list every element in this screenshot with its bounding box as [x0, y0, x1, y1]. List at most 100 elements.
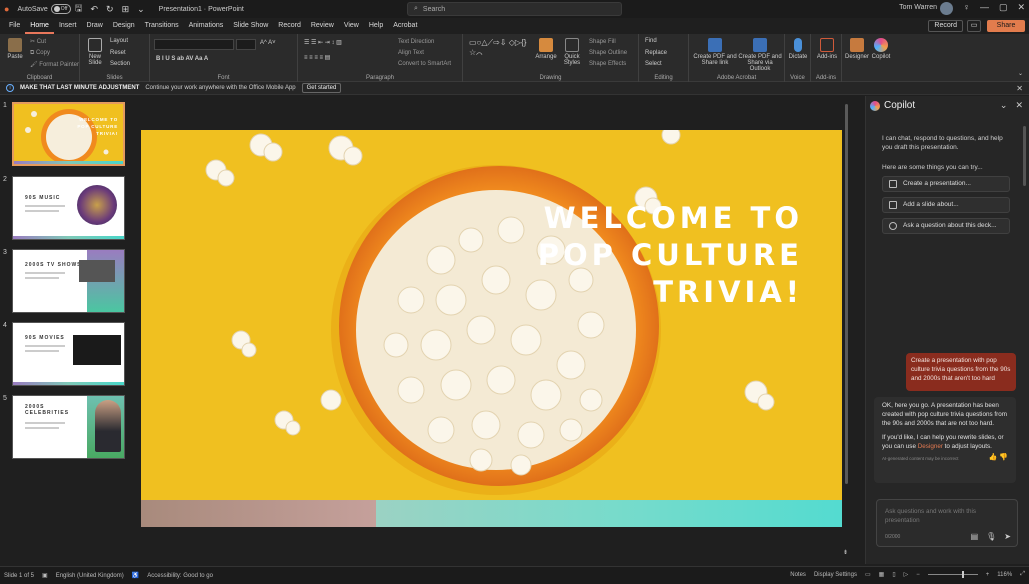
designer-link[interactable]: Designer — [918, 443, 943, 450]
shape-fill-button[interactable]: Shape Fill — [589, 39, 616, 45]
tab-design[interactable]: Design — [108, 18, 140, 34]
quick-styles-button[interactable]: Quick Styles — [561, 38, 583, 66]
paste-button[interactable]: Paste — [4, 38, 26, 60]
slide-thumbnail-1[interactable]: WELCOME TO POP CULTURE TRIVIA! — [12, 102, 125, 166]
display-settings-button[interactable]: Display Settings — [814, 572, 857, 578]
next-slide-icon[interactable]: ⇟ — [843, 549, 848, 556]
text-direction-button[interactable]: Text Direction — [398, 39, 434, 45]
slide-thumbnail-3[interactable]: 2000S TV SHOWS — [12, 249, 125, 313]
tab-record[interactable]: Record — [273, 18, 306, 34]
collapse-ribbon-icon[interactable]: ⌄ — [1018, 70, 1023, 77]
convert-smartart-button[interactable]: Convert to SmartArt — [398, 61, 451, 67]
minimize-icon[interactable]: — — [980, 2, 989, 13]
avatar[interactable] — [940, 2, 953, 15]
language-status[interactable]: English (United Kingdom) — [52, 573, 128, 579]
arrange-button[interactable]: Arrange — [535, 38, 557, 60]
zoom-level[interactable]: 116% — [997, 572, 1012, 578]
tab-view[interactable]: View — [339, 18, 364, 34]
suggestion-create-presentation[interactable]: Create a presentation... — [882, 176, 1010, 192]
prompts-icon[interactable]: ▤ — [971, 532, 979, 541]
tab-slide-show[interactable]: Slide Show — [228, 18, 273, 34]
slide-sorter-icon[interactable]: ▦ — [879, 571, 885, 578]
fit-slide-icon[interactable]: ⤢ — [1020, 571, 1025, 578]
copy-icon[interactable]: ⧉ Copy — [30, 50, 50, 57]
scrollbar-thumb[interactable] — [845, 104, 848, 484]
create-pdf-outlook-button[interactable]: Create PDF and Share via Outlook — [737, 38, 783, 72]
slide-thumbnail-5[interactable]: 2000S CELEBRITIES — [12, 395, 125, 459]
copilot-button[interactable]: Copilot — [870, 38, 892, 60]
spelling-icon[interactable]: ▣ — [38, 572, 52, 579]
shape-outline-button[interactable]: Shape Outline — [589, 50, 627, 56]
find-button[interactable]: Find — [645, 38, 657, 44]
addins-button[interactable]: Add-ins — [815, 38, 839, 60]
replace-button[interactable]: Replace — [645, 50, 667, 56]
reading-view-icon[interactable]: ▯ — [892, 571, 895, 578]
present-icon[interactable]: ⊞ — [118, 4, 134, 15]
feedback-icons[interactable]: 👍 👎 — [989, 453, 1008, 462]
zoom-out-icon[interactable]: − — [916, 572, 920, 578]
search-box[interactable]: ⌕ Search — [407, 2, 622, 16]
align-icons[interactable]: ≡ ≡ ≡ ≡ ▤ — [304, 54, 330, 61]
microphone-icon[interactable]: 🎙 — [986, 532, 996, 541]
zoom-slider[interactable] — [927, 571, 978, 578]
section-button[interactable]: Section — [110, 61, 130, 67]
close-icon[interactable]: ✕ — [1015, 100, 1023, 111]
autosave-switch[interactable]: Off — [50, 4, 71, 14]
tab-help[interactable]: Help — [364, 18, 388, 34]
slide-title[interactable]: WELCOME TO POP CULTURE TRIVIA! — [538, 200, 803, 311]
copilot-scrollbar[interactable] — [1023, 126, 1026, 186]
notes-button[interactable]: Notes — [790, 572, 806, 578]
reset-button[interactable]: Reset — [110, 50, 126, 56]
new-slide-button[interactable]: New Slide — [84, 38, 106, 66]
close-icon[interactable]: ✕ — [1017, 2, 1025, 13]
format-painter-icon[interactable]: 🖌 Format Painter — [30, 61, 79, 68]
ideas-icon[interactable]: ♀ — [963, 2, 970, 13]
close-icon[interactable]: ✕ — [1016, 84, 1023, 93]
grow-font-icon[interactable]: A^ A˅ — [260, 40, 276, 46]
dictate-button[interactable]: Dictate — [787, 38, 809, 60]
record-button[interactable]: Record — [928, 20, 963, 32]
designer-button[interactable]: Designer — [844, 38, 870, 60]
get-started-button[interactable]: Get started — [301, 83, 342, 93]
vertical-scrollbar[interactable]: ⇟ — [842, 96, 852, 564]
cut-icon[interactable]: ✂ Cut — [30, 38, 46, 45]
copilot-input[interactable]: Ask questions and work with this present… — [876, 499, 1018, 547]
current-slide[interactable]: WELCOME TO POP CULTURE TRIVIA! — [141, 130, 851, 527]
accessibility-status[interactable]: Accessibility: Good to go — [143, 573, 217, 579]
create-pdf-link-button[interactable]: Create PDF and Share link — [693, 38, 737, 66]
normal-view-icon[interactable]: ▭ — [865, 571, 871, 578]
slideshow-icon[interactable]: ▷ — [904, 571, 909, 578]
maximize-icon[interactable]: ▢ — [999, 2, 1008, 13]
font-format-icons[interactable]: B I U S ab AV Aa A — [156, 56, 208, 62]
align-text-button[interactable]: Align Text — [398, 50, 424, 56]
tab-transitions[interactable]: Transitions — [140, 18, 184, 34]
tab-draw[interactable]: Draw — [81, 18, 107, 34]
user-name[interactable]: Tom Warren — [899, 4, 937, 11]
chevron-down-icon[interactable]: ⌄ — [1000, 100, 1008, 111]
comments-icon[interactable]: ▭ — [967, 20, 981, 32]
shapes-gallery-icon[interactable]: ▭○△⟋⇨⇩ ◇▷{}☆⌒ — [469, 38, 533, 58]
undo-icon[interactable]: ↶ — [86, 4, 102, 15]
font-name-input[interactable] — [154, 39, 234, 50]
slide-thumbnail-2[interactable]: 90S MUSIC — [12, 176, 125, 240]
slide-thumbnail-4[interactable]: 90S MOVIES — [12, 322, 125, 386]
redo-icon[interactable]: ↻ — [102, 4, 118, 15]
tab-insert[interactable]: Insert — [54, 18, 82, 34]
tab-home[interactable]: Home — [25, 18, 54, 34]
font-size-input[interactable] — [236, 39, 256, 50]
tab-review[interactable]: Review — [306, 18, 339, 34]
zoom-in-icon[interactable]: + — [986, 572, 990, 578]
select-button[interactable]: Select — [645, 61, 662, 67]
layout-button[interactable]: Layout — [110, 38, 128, 44]
save-icon[interactable]: 🖫 — [71, 1, 87, 17]
tab-animations[interactable]: Animations — [184, 18, 229, 34]
shape-effects-button[interactable]: Shape Effects — [589, 61, 626, 67]
customize-qat-icon[interactable]: ⌄ — [133, 4, 149, 15]
list-icons[interactable]: ☰ ☰ ⇤ ⇥ ↕ ▥ — [304, 39, 342, 46]
suggestion-ask-question[interactable]: Ask a question about this deck... — [882, 218, 1010, 234]
suggestion-add-slide[interactable]: Add a slide about... — [882, 197, 1010, 213]
autosave-toggle[interactable]: AutoSave Off — [17, 4, 71, 14]
send-icon[interactable]: ➤ — [1004, 532, 1011, 541]
tab-file[interactable]: File — [4, 18, 25, 34]
tab-acrobat[interactable]: Acrobat — [388, 18, 422, 34]
